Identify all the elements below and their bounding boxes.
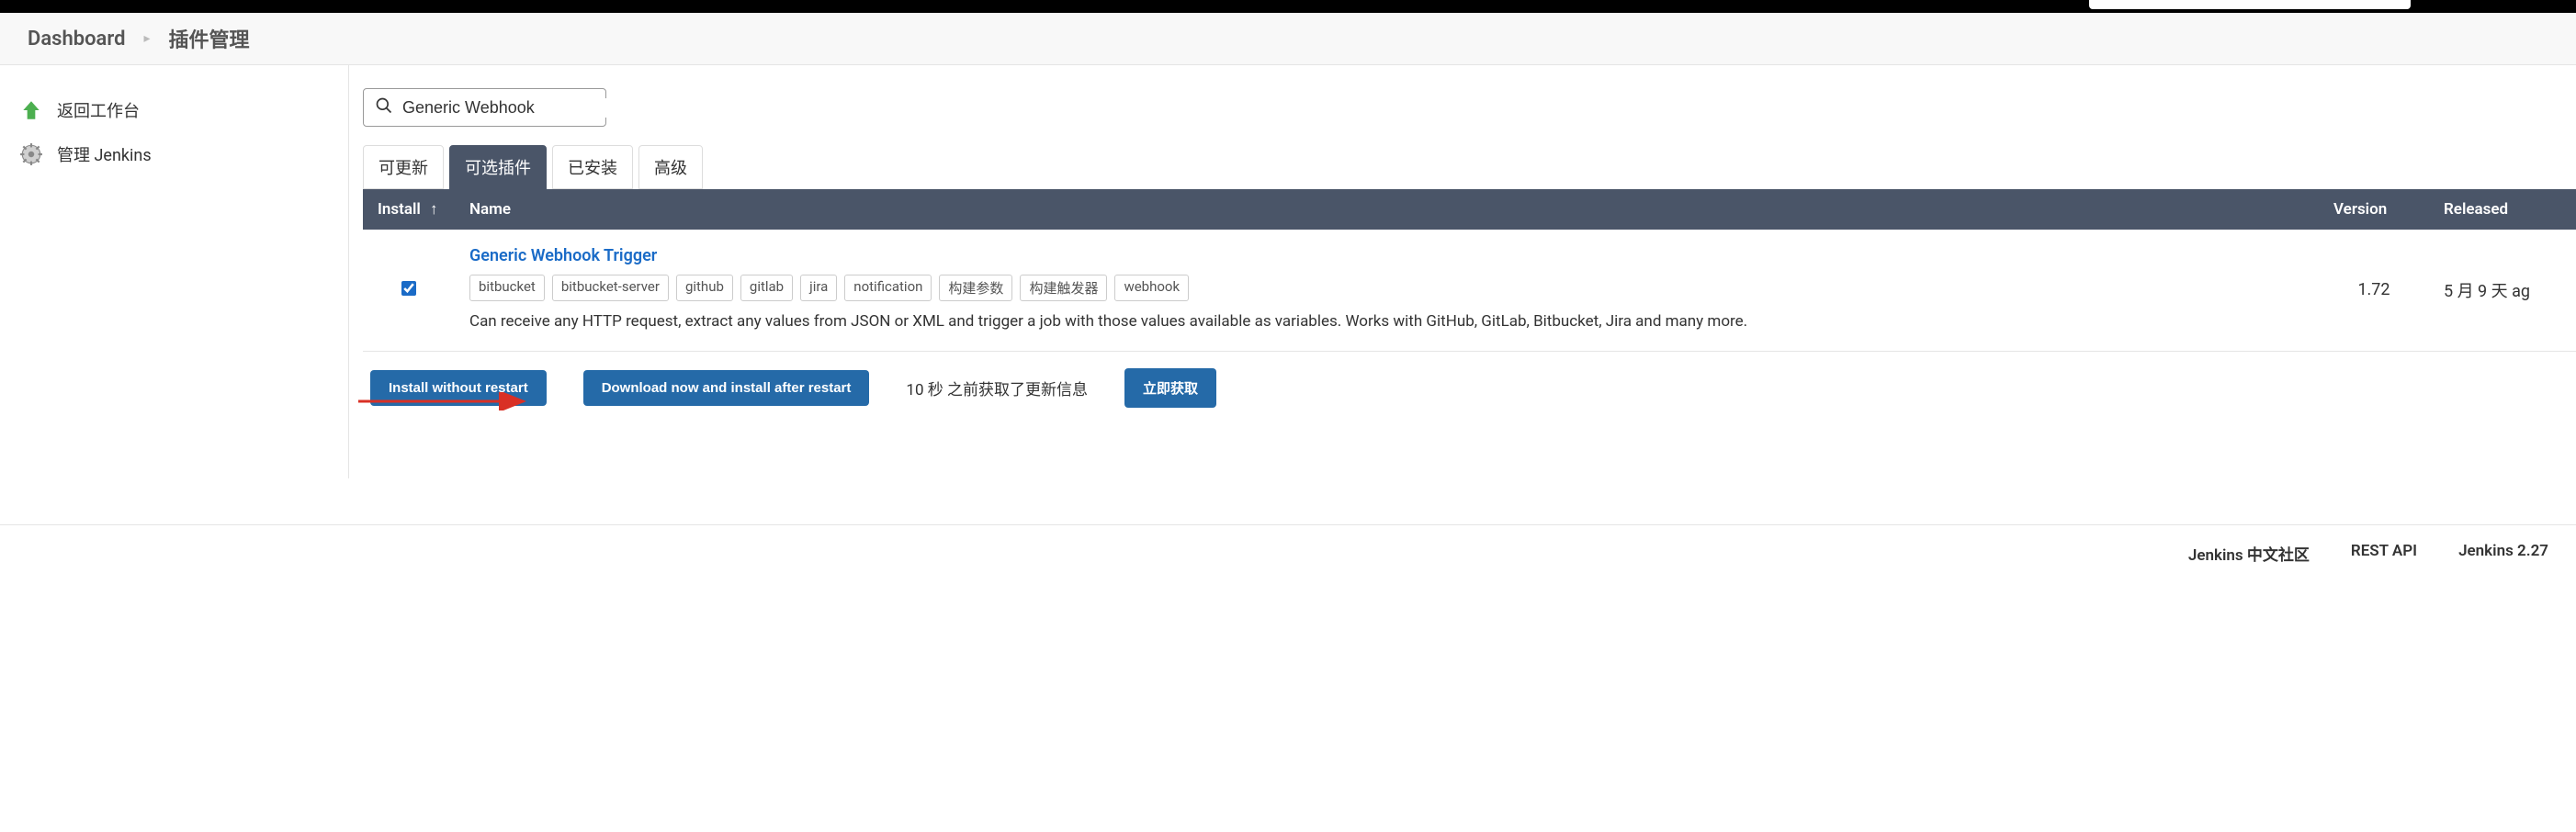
- search-box[interactable]: [363, 88, 606, 127]
- plugin-version: 1.72: [2357, 280, 2390, 299]
- footer: Jenkins 中文社区 REST API Jenkins 2.27: [0, 524, 2576, 565]
- tab-updates[interactable]: 可更新: [363, 145, 444, 189]
- install-checkbox[interactable]: [401, 281, 416, 296]
- plugin-table: Install ↑ Name Version Released Generic …: [363, 189, 2576, 352]
- tag[interactable]: notification: [844, 275, 932, 301]
- up-arrow-icon: [18, 97, 44, 123]
- top-header-bar: [0, 0, 2576, 13]
- tag[interactable]: bitbucket: [469, 275, 545, 301]
- footer-version[interactable]: Jenkins 2.27: [2458, 542, 2548, 565]
- tag[interactable]: gitlab: [740, 275, 793, 301]
- plugin-name-link[interactable]: Generic Webhook Trigger: [469, 246, 2304, 265]
- download-install-restart-button[interactable]: Download now and install after restart: [583, 370, 870, 406]
- breadcrumb-separator: ▸: [143, 31, 150, 46]
- tag[interactable]: jira: [800, 275, 837, 301]
- plugin-released: 5 月 9 天 ag: [2444, 282, 2530, 301]
- breadcrumb-dashboard[interactable]: Dashboard: [28, 28, 125, 51]
- tab-advanced[interactable]: 高级: [638, 145, 703, 189]
- tabs: 可更新 可选插件 已安装 高级: [363, 145, 2576, 189]
- header-version[interactable]: Version: [2319, 189, 2429, 230]
- plugin-tags: bitbucket bitbucket-server github gitlab…: [469, 275, 2304, 301]
- footer-rest-api-link[interactable]: REST API: [2351, 542, 2417, 565]
- header-name[interactable]: Name: [455, 189, 2319, 230]
- breadcrumb: Dashboard ▸ 插件管理: [0, 13, 2576, 65]
- header-released[interactable]: Released: [2429, 189, 2576, 230]
- tag[interactable]: webhook: [1114, 275, 1189, 301]
- tab-available[interactable]: 可选插件: [449, 145, 547, 189]
- table-row: Generic Webhook Trigger bitbucket bitbuc…: [363, 230, 2576, 351]
- tag[interactable]: 构建触发器: [1020, 275, 1107, 301]
- install-without-restart-button[interactable]: Install without restart: [370, 370, 547, 406]
- search-icon: [375, 96, 393, 118]
- footer-community-link[interactable]: Jenkins 中文社区: [2188, 542, 2310, 565]
- fetch-now-button[interactable]: 立即获取: [1124, 368, 1216, 408]
- tag[interactable]: bitbucket-server: [552, 275, 669, 301]
- sidebar: 返回工作台 管理 Jenkins: [0, 65, 349, 478]
- main-content: 可更新 可选插件 已安装 高级 Install ↑ Name Version R…: [349, 65, 2576, 478]
- header-install[interactable]: Install ↑: [363, 189, 455, 230]
- search-input[interactable]: [402, 98, 616, 118]
- sidebar-item-manage[interactable]: 管理 Jenkins: [18, 132, 330, 176]
- tag[interactable]: 构建参数: [939, 275, 1012, 301]
- sidebar-item-back[interactable]: 返回工作台: [18, 88, 330, 132]
- tag[interactable]: github: [676, 275, 733, 301]
- tab-installed[interactable]: 已安装: [552, 145, 633, 189]
- breadcrumb-current[interactable]: 插件管理: [169, 24, 250, 53]
- sort-arrow-icon: ↑: [430, 200, 438, 219]
- gear-icon: [18, 141, 44, 167]
- top-search-box[interactable]: [2089, 0, 2411, 9]
- update-status-text: 10 秒 之前获取了更新信息: [906, 377, 1088, 399]
- sidebar-item-label: 管理 Jenkins: [57, 142, 152, 166]
- sidebar-item-label: 返回工作台: [57, 98, 140, 122]
- action-bar: Install without restart Download now and…: [363, 352, 2576, 424]
- plugin-description: Can receive any HTTP request, extract an…: [469, 310, 2304, 334]
